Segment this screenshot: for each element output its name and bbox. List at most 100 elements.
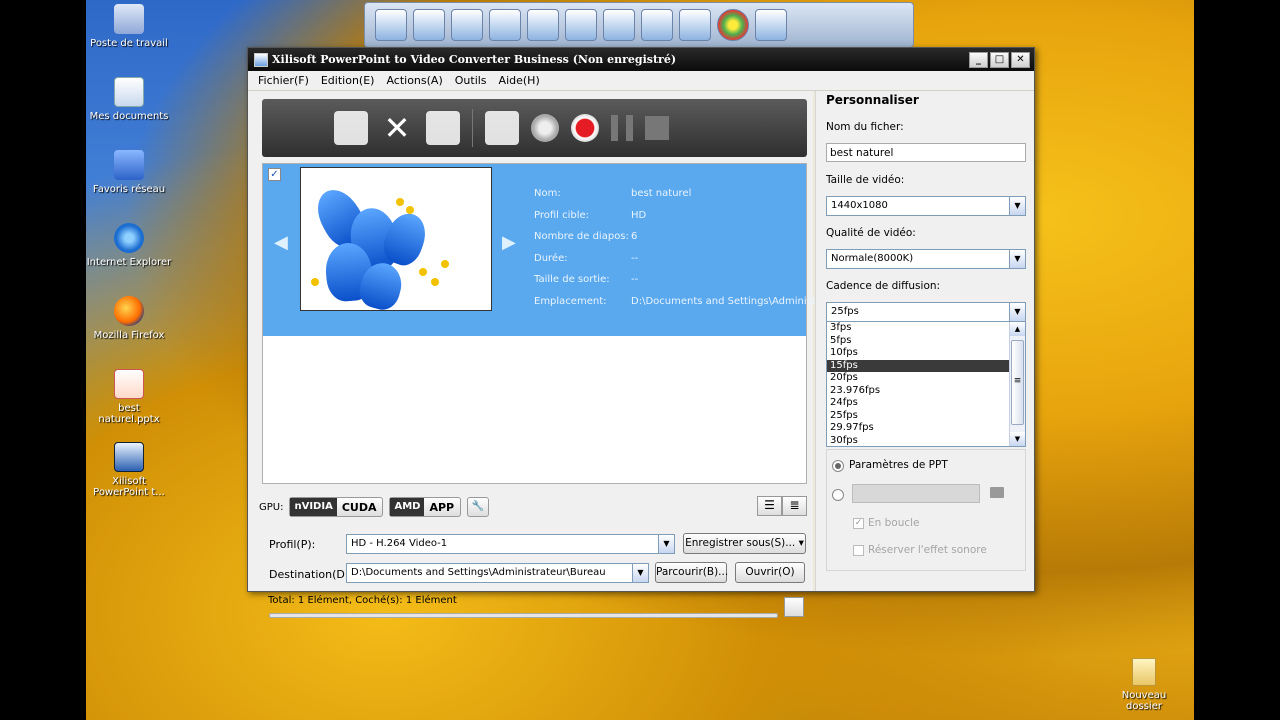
framerate-option[interactable]: 25fps — [827, 410, 1009, 423]
recycle-bin-icon[interactable] — [755, 9, 787, 41]
chevron-down-icon: ▼ — [658, 535, 674, 553]
desktop-icon-label: Internet Explorer — [86, 257, 172, 268]
ppt-params-radio[interactable] — [832, 460, 844, 472]
file-row[interactable]: ✓ ◀ ▶ Nom: best naturel Profil cible: HD… — [263, 164, 826, 336]
amd-app-button[interactable]: AMD APP — [389, 497, 462, 517]
nvidia-logo-icon: nVIDIA — [290, 498, 337, 516]
gpu-bar: GPU: nVIDIA CUDA AMD APP 🔧 — [259, 497, 490, 517]
menu-help[interactable]: Aide(H) — [493, 74, 546, 87]
profile-label: Profil(P): — [269, 538, 316, 551]
desktop-icon-my-computer[interactable]: Poste de travail — [86, 4, 172, 49]
my-documents-icon — [114, 77, 144, 107]
dropdown-scrollbar[interactable]: ▲ ≡ ▼ — [1009, 322, 1025, 446]
framerate-option[interactable]: 24fps — [827, 397, 1009, 410]
powerpoint-file-icon — [114, 369, 144, 399]
ppt-settings-group: Paramètres de PPT ✓ En boucle Réserver l… — [826, 449, 1026, 571]
record-icon[interactable] — [571, 114, 599, 142]
info-value-size: -- — [631, 274, 639, 285]
menu-tools[interactable]: Outils — [449, 74, 493, 87]
amd-app-label: APP — [429, 500, 455, 514]
destination-select[interactable]: D:\Documents and Settings\Administrateur… — [346, 563, 649, 583]
remove-icon[interactable]: ✕ — [380, 111, 414, 145]
framerate-option[interactable]: 10fps — [827, 347, 1009, 360]
clapperboard-icon[interactable] — [485, 111, 519, 145]
close-button[interactable]: ✕ — [1011, 51, 1030, 68]
browser-icon[interactable] — [717, 9, 749, 41]
network-icon[interactable] — [451, 9, 483, 41]
video-size-select[interactable]: 1440x1080 ▼ — [826, 196, 1026, 216]
framerate-option[interactable]: 20fps — [827, 372, 1009, 385]
desktop-folder-new[interactable]: Nouveau dossier — [1104, 658, 1184, 712]
menu-actions[interactable]: Actions(A) — [380, 74, 448, 87]
framerate-option-highlighted[interactable]: 15fps — [827, 359, 1009, 372]
properties-icon[interactable] — [426, 111, 460, 145]
info-key-slides: Nombre de diapos: — [534, 231, 629, 242]
save-as-button[interactable]: Enregistrer sous(S)... ▾ — [683, 533, 806, 554]
loop-checkbox[interactable]: ✓ — [853, 518, 864, 529]
chevron-down-icon: ▼ — [1009, 303, 1025, 321]
open-button[interactable]: Ouvrir(O) — [735, 562, 805, 583]
framerate-select[interactable]: 25fps ▼ — [826, 302, 1026, 322]
framerate-option[interactable]: 3fps — [827, 322, 1009, 335]
scroll-down-icon[interactable]: ▼ — [1010, 432, 1025, 446]
folder-icon — [1132, 658, 1156, 686]
desktop-icon-my-documents[interactable]: Mes documents — [86, 77, 172, 122]
next-slide-icon[interactable]: ▶ — [502, 232, 516, 253]
desktop-icon-ie[interactable]: Internet Explorer — [86, 223, 172, 268]
browse-button[interactable]: Parcourir(B)... — [655, 562, 728, 583]
settings-icon[interactable] — [679, 9, 711, 41]
maximize-button[interactable]: □ — [990, 51, 1009, 68]
minimize-button[interactable]: _ — [969, 51, 988, 68]
desktop-icon-xilisoft[interactable]: Xilisoft PowerPoint t... — [86, 442, 172, 498]
keep-sound-checkbox[interactable] — [853, 545, 864, 556]
quality-select[interactable]: Normale(8000K) ▼ — [826, 249, 1026, 269]
framerate-option[interactable]: 30fps — [827, 435, 1009, 448]
file-checkbox[interactable]: ✓ — [268, 168, 281, 181]
chevron-down-icon: ▼ — [632, 564, 648, 582]
custom-timing-input[interactable] — [852, 484, 980, 503]
toolbar-separator — [472, 109, 473, 147]
menu-edit[interactable]: Edition(E) — [315, 74, 381, 87]
framerate-option[interactable]: 29.97fps — [827, 422, 1009, 435]
media-player-icon[interactable] — [527, 9, 559, 41]
folder-icon[interactable] — [990, 487, 1004, 498]
amd-logo-icon: AMD — [390, 498, 425, 516]
info-key-name: Nom: — [534, 188, 561, 199]
detail-view-icon[interactable]: ≣ — [782, 496, 807, 516]
menu-file[interactable]: Fichier(F) — [252, 74, 315, 87]
desktop-icon-pptx[interactable]: best naturel.pptx — [86, 369, 172, 425]
add-file-icon[interactable] — [334, 111, 368, 145]
toolbar: ✕ — [262, 99, 807, 157]
framerate-option[interactable]: 23.976fps — [827, 385, 1009, 398]
pause-icon[interactable] — [611, 115, 633, 141]
profile-select[interactable]: HD - H.264 Video-1 ▼ — [346, 534, 675, 554]
internet-explorer-icon[interactable] — [489, 9, 521, 41]
custom-timing-radio[interactable] — [832, 489, 844, 501]
notepad-icon[interactable] — [641, 9, 673, 41]
filename-label: Nom du ficher: — [826, 121, 904, 133]
desktop-icon-firefox[interactable]: Mozilla Firefox — [86, 296, 172, 341]
stop-icon[interactable] — [645, 116, 669, 140]
filename-input[interactable] — [826, 143, 1026, 162]
internet-explorer-icon — [114, 223, 144, 253]
info-value-slides: 6 — [631, 231, 638, 242]
paint-icon[interactable] — [603, 9, 635, 41]
prev-slide-icon[interactable]: ◀ — [274, 232, 288, 253]
firefox-icon — [114, 296, 144, 326]
convert-icon[interactable] — [531, 114, 559, 142]
list-view-icon[interactable]: ☰ — [757, 496, 782, 516]
scroll-thumb[interactable]: ≡ — [1011, 340, 1024, 425]
wrench-icon[interactable]: 🔧 — [467, 497, 490, 517]
title-bar[interactable]: Xilisoft PowerPoint to Video Converter B… — [248, 48, 1034, 71]
info-key-duration: Durée: — [534, 252, 568, 264]
monitor-icon[interactable] — [413, 9, 445, 41]
calculator-icon[interactable] — [565, 9, 597, 41]
cuda-button[interactable]: nVIDIA CUDA — [289, 497, 384, 517]
profile-value: HD - H.264 Video-1 — [351, 538, 448, 549]
desktop-icon-network[interactable]: Favoris réseau — [86, 150, 172, 195]
computer-icon[interactable] — [375, 9, 407, 41]
scroll-up-icon[interactable]: ▲ — [1010, 322, 1025, 336]
framerate-option[interactable]: 5fps — [827, 335, 1009, 348]
log-icon[interactable] — [784, 597, 804, 617]
network-places-icon — [114, 150, 144, 180]
